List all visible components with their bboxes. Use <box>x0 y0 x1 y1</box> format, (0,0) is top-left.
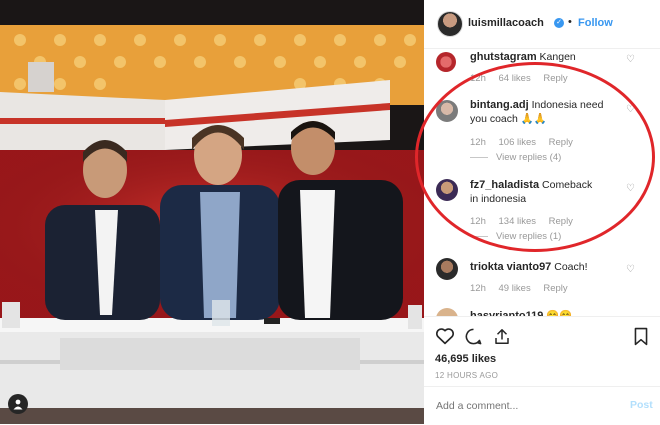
commenter-avatar[interactable] <box>436 308 458 316</box>
comment-body: ghutstagram Kangen <box>470 50 576 64</box>
comment-meta: 12h 106 likes Reply <box>470 137 583 148</box>
user-tag-icon[interactable] <box>8 394 28 414</box>
comment-username[interactable]: triokta vianto97 <box>470 261 551 273</box>
commenter-avatar[interactable] <box>436 258 458 280</box>
comment-likes[interactable]: 134 likes <box>499 216 537 227</box>
header-bullet: • <box>568 16 572 28</box>
bookmark-icon[interactable] <box>633 327 649 346</box>
comment-meta: 12h 64 likes Reply <box>470 73 578 84</box>
comment-time: 12h <box>470 216 486 227</box>
share-icon[interactable] <box>493 327 511 346</box>
commenter-avatar[interactable] <box>436 52 456 72</box>
comment-heart-icon[interactable]: ♡ <box>626 54 635 65</box>
commenter-avatar[interactable] <box>436 179 458 201</box>
reply-link[interactable]: Reply <box>549 137 573 148</box>
post-timestamp: 12 HOURS AGO <box>435 371 499 380</box>
heart-icon[interactable] <box>435 327 455 345</box>
likes-count[interactable]: 46,695 likes <box>435 353 496 365</box>
comment-body: fz7_haladista Comeback in indonesia <box>470 178 600 206</box>
profile-avatar[interactable] <box>437 11 463 37</box>
view-replies-link[interactable]: View replies (4) <box>470 152 561 163</box>
reply-link[interactable]: Reply <box>543 73 567 84</box>
comment-username[interactable]: bintang.adj <box>470 99 529 111</box>
comment-heart-icon[interactable]: ♡ <box>626 104 635 115</box>
reply-link[interactable]: Reply <box>549 216 573 227</box>
comment-text: Kangen <box>539 51 576 63</box>
comment-likes[interactable]: 49 likes <box>499 283 531 294</box>
add-comment-bar: Post <box>424 386 660 425</box>
post-header: luismillacoach ✓ • Follow <box>424 0 660 49</box>
comment-username[interactable]: ghutstagram <box>470 51 537 63</box>
post-comment-button[interactable]: Post <box>630 399 653 411</box>
comment-heart-icon[interactable]: ♡ <box>626 183 635 194</box>
comment-username[interactable]: fz7_haladista <box>470 179 539 191</box>
comment-icon[interactable] <box>464 327 483 346</box>
commenter-avatar[interactable] <box>436 100 458 122</box>
tv-studio-photo <box>0 0 424 424</box>
comment-body: bintang.adj Indonesia need you coach 🙏🙏 <box>470 98 620 126</box>
post-username[interactable]: luismillacoach <box>468 17 544 29</box>
reply-link[interactable]: Reply <box>543 283 567 294</box>
comment-body: triokta vianto97 Coach! <box>470 260 588 274</box>
comment-time: 12h <box>470 137 486 148</box>
add-comment-input[interactable] <box>434 395 613 417</box>
comment-time: 12h <box>470 73 486 84</box>
comment-meta: 12h 134 likes Reply <box>470 216 583 227</box>
comment-text: Coach! <box>554 261 588 273</box>
comment-time: 12h <box>470 283 486 294</box>
comment-likes[interactable]: 106 likes <box>499 137 537 148</box>
comment-item: hasyrianto119 😊😊 <box>424 306 660 316</box>
follow-button[interactable]: Follow <box>578 17 613 29</box>
view-replies-link[interactable]: View replies (1) <box>470 231 561 242</box>
comment-body: hasyrianto119 😊😊 <box>470 309 572 316</box>
verified-badge-icon: ✓ <box>554 18 564 28</box>
comment-meta: 12h 49 likes Reply <box>470 283 578 294</box>
comment-heart-icon[interactable]: ♡ <box>626 264 635 275</box>
post-photo <box>0 0 424 424</box>
comment-likes[interactable]: 64 likes <box>499 73 531 84</box>
